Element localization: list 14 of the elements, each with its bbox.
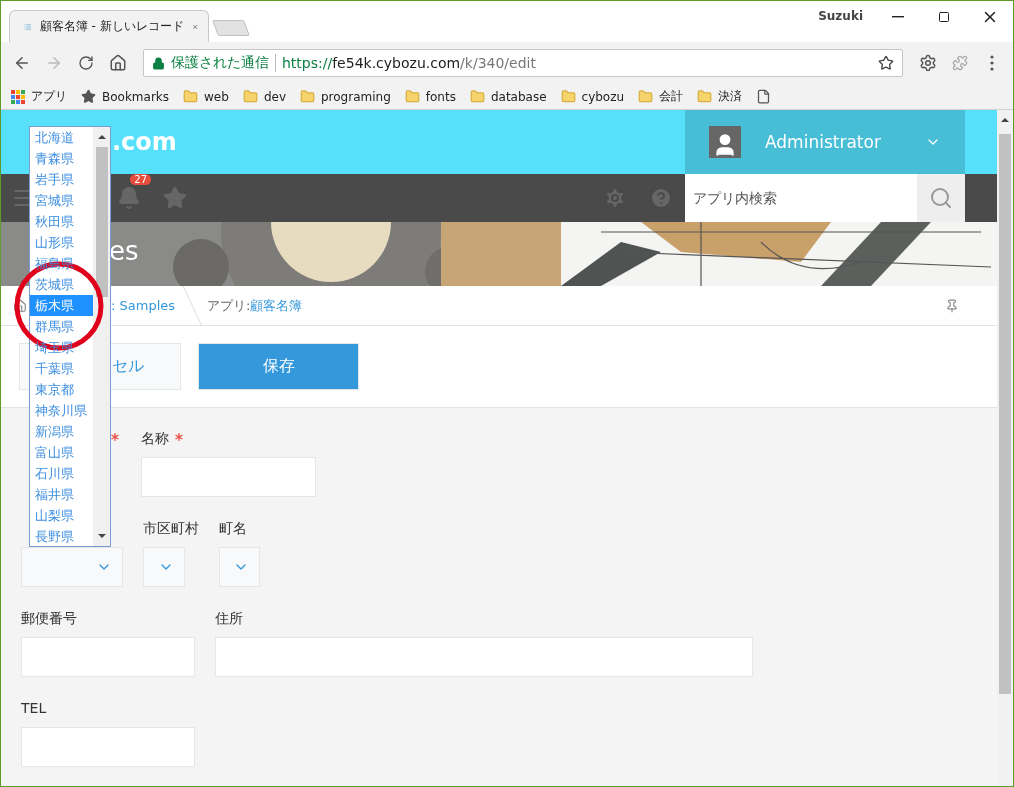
tab-title: 顧客名簿 - 新しいレコード bbox=[39, 18, 184, 35]
field-label: 市区町村 bbox=[143, 520, 199, 538]
breadcrumb-prefix: アプリ: bbox=[207, 296, 251, 315]
field-label: 住所 bbox=[215, 610, 243, 628]
profile-name: Suzuki bbox=[818, 9, 863, 23]
security-label: 保護された通信 bbox=[171, 54, 269, 72]
space-title: es bbox=[109, 236, 139, 266]
field-label: 郵便番号 bbox=[21, 610, 77, 628]
field-label: 名称 bbox=[141, 430, 169, 448]
field-label: 町名 bbox=[219, 520, 247, 538]
field-label: TEL bbox=[21, 700, 47, 718]
logo-text: .com bbox=[112, 128, 177, 156]
notification-count: 27 bbox=[130, 174, 151, 185]
url-text: https://fe54k.cybozu.com/k/340/edit bbox=[282, 55, 537, 71]
